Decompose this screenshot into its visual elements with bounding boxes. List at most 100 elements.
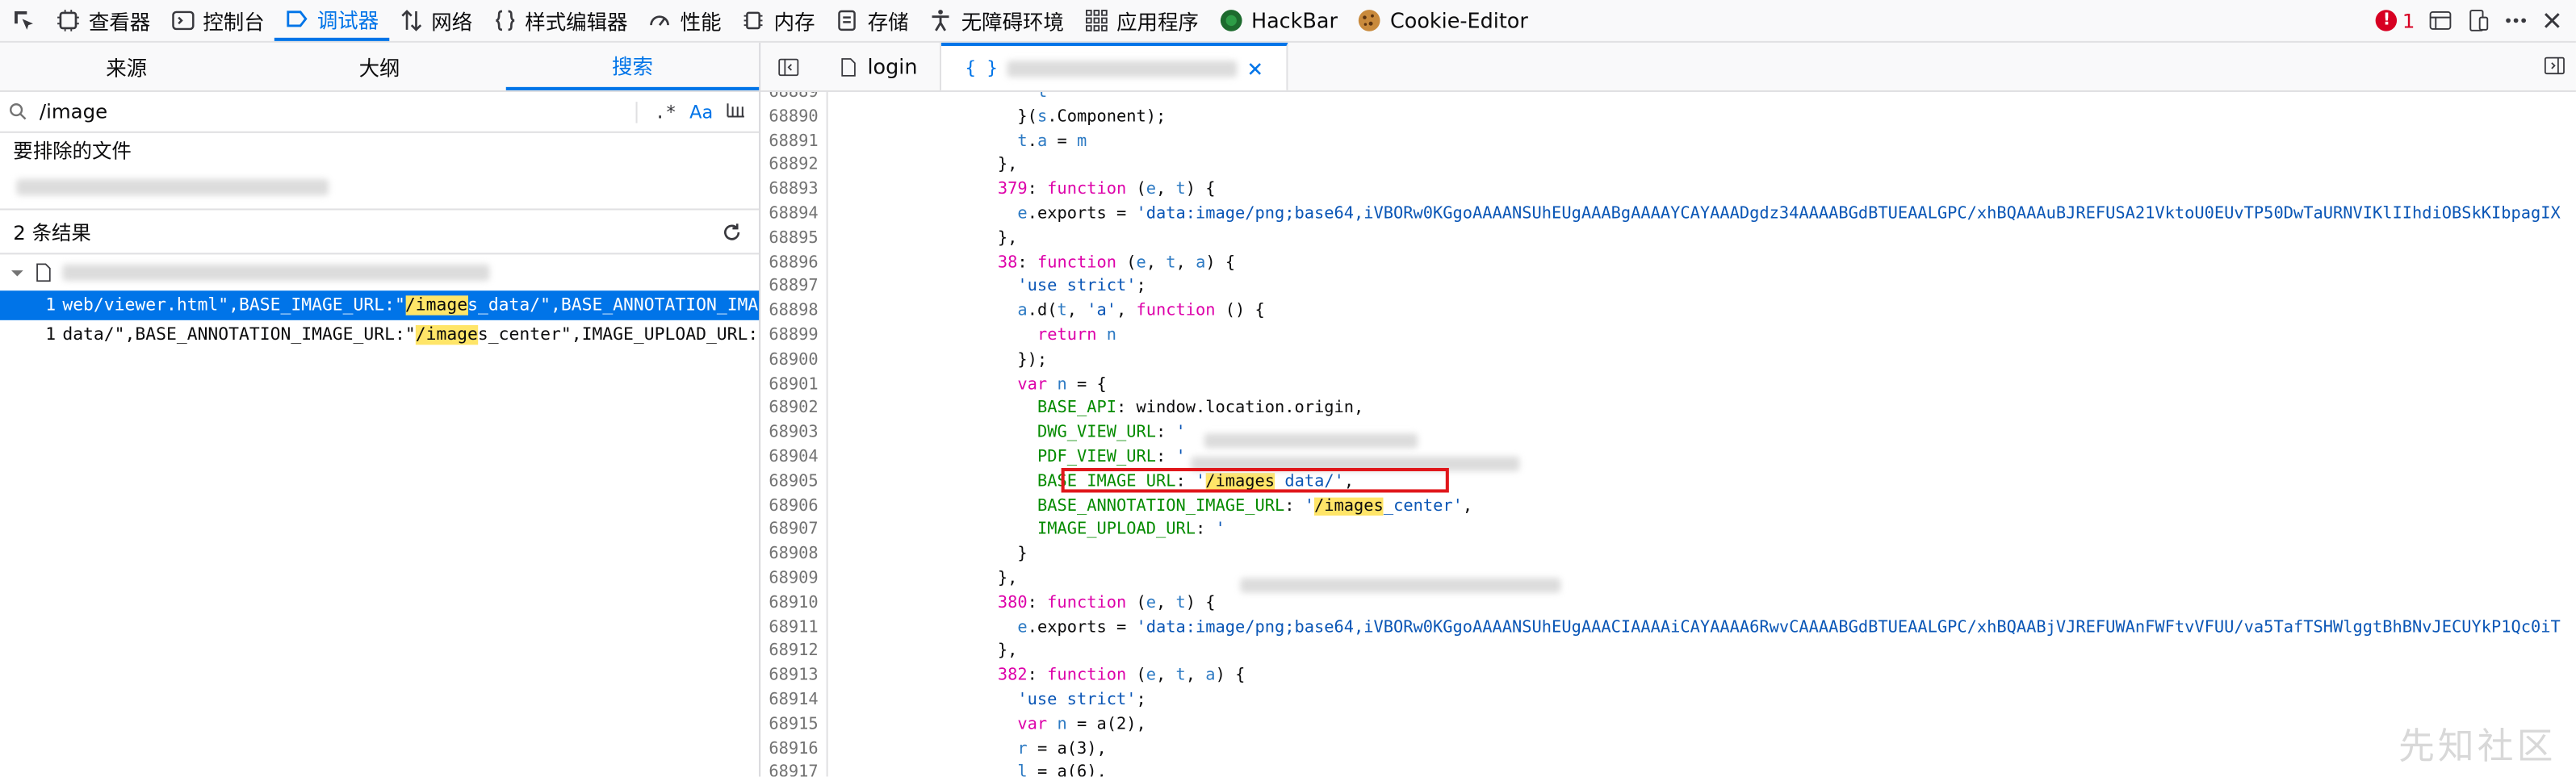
more-options-icon[interactable] bbox=[2503, 8, 2528, 33]
line-number[interactable]: 68895 bbox=[769, 228, 818, 252]
line-number[interactable]: 68904 bbox=[769, 447, 818, 471]
editor-tab-pretty[interactable]: { } bbox=[941, 42, 1289, 90]
search-bar: .* Aa bbox=[0, 92, 760, 133]
tab-search[interactable]: 搜索 bbox=[505, 43, 760, 90]
toolbar-tab-label: 性能 bbox=[680, 10, 722, 35]
code-text: a.d(t, 'a', function () { bbox=[1017, 302, 1265, 321]
search-result-row[interactable]: 1 web/viewer.html",BASE_IMAGE_URL:"/imag… bbox=[0, 290, 760, 320]
code-text: }); bbox=[839, 351, 1048, 370]
toolbar-tab[interactable]: 应用程序 bbox=[1074, 0, 1208, 41]
result-count: 2 条结果 bbox=[13, 220, 91, 244]
line-number[interactable]: 68902 bbox=[769, 398, 818, 422]
toolbar-tab-label: 应用程序 bbox=[1116, 10, 1199, 35]
line-number[interactable]: 68917 bbox=[769, 762, 818, 776]
toolbar-tab-label: 调试器 bbox=[316, 8, 379, 33]
toolbar-tab[interactable]: HackBar bbox=[1208, 0, 1347, 41]
whole-word-toggle[interactable] bbox=[726, 101, 745, 122]
expand-arrow-icon[interactable] bbox=[10, 265, 24, 280]
line-number[interactable]: 68912 bbox=[769, 641, 818, 665]
toolbar-tab[interactable]: 网络 bbox=[388, 0, 482, 41]
toolbar-tab[interactable]: 存储 bbox=[825, 0, 919, 41]
responsive-design-icon[interactable] bbox=[2466, 8, 2491, 33]
line-number[interactable]: 68908 bbox=[769, 544, 818, 568]
line-number[interactable]: 68907 bbox=[769, 520, 818, 544]
toolbar-tab[interactable]: 控制台 bbox=[160, 0, 274, 41]
line-number[interactable]: 68911 bbox=[769, 616, 818, 641]
toggle-sidebar-icon[interactable] bbox=[760, 55, 816, 77]
tab-outline[interactable]: 大纲 bbox=[253, 43, 505, 90]
line-number[interactable]: 68892 bbox=[769, 155, 818, 179]
highlight-box bbox=[1061, 467, 1449, 493]
toolbar-tab[interactable]: 性能 bbox=[638, 0, 731, 41]
editor-tabs: login { } bbox=[760, 42, 2576, 92]
debugger-icon bbox=[284, 6, 309, 31]
code-text: l = a(6), bbox=[1017, 764, 1107, 777]
cookie-icon bbox=[1357, 8, 1382, 33]
sources-sidebar: 来源 大纲 搜索 .* Aa 要排除的文件 2 条结果 bbox=[0, 42, 761, 777]
console-icon bbox=[170, 8, 195, 33]
toolbar-tab[interactable]: 内存 bbox=[731, 0, 825, 41]
line-number[interactable]: 68910 bbox=[769, 592, 818, 616]
toolbar-tab-label: 存储 bbox=[867, 10, 909, 35]
line-number[interactable]: 68916 bbox=[769, 738, 818, 762]
toolbar-tab[interactable]: 调试器 bbox=[274, 0, 389, 41]
toolbar-tab[interactable]: 样式编辑器 bbox=[482, 0, 637, 41]
code-text: r = a(3), bbox=[1017, 739, 1107, 758]
sidebar-tabs: 来源 大纲 搜索 bbox=[0, 42, 760, 92]
line-number[interactable]: 68894 bbox=[769, 203, 818, 228]
line-number[interactable]: 68897 bbox=[769, 277, 818, 301]
storage-icon bbox=[835, 8, 860, 33]
search-summary: 2 条结果 bbox=[0, 210, 760, 255]
line-number[interactable]: 68914 bbox=[769, 690, 818, 714]
close-icon[interactable] bbox=[2541, 10, 2562, 31]
code-text: 380: function (e, t) { bbox=[997, 594, 1216, 612]
toolbar-tab[interactable]: 查看器 bbox=[46, 0, 160, 41]
close-tab-icon[interactable] bbox=[1247, 60, 1263, 76]
line-number[interactable]: 68891 bbox=[769, 131, 818, 155]
redacted-value bbox=[1240, 578, 1561, 593]
code-text: } bbox=[839, 545, 1028, 564]
file-icon bbox=[841, 57, 856, 76]
toolbar-right: ! 1 bbox=[2376, 0, 2576, 41]
code-editor[interactable]: 68889 t 68890 }(s.Component); 68891 t.a = … bbox=[760, 91, 2576, 777]
result-file-row[interactable] bbox=[0, 254, 759, 290]
editor-pane: login { } 68889 t 68890 }(s.Component); 68… bbox=[760, 42, 2576, 777]
toolbar-tab-label: 查看器 bbox=[88, 10, 151, 35]
toolbar-tab[interactable]: 无障碍环境 bbox=[919, 0, 1074, 41]
search-result-row[interactable]: 1 data/",BASE_ANNOTATION_IMAGE_URL:"/ima… bbox=[0, 320, 759, 350]
line-number[interactable]: 68898 bbox=[769, 301, 818, 325]
exclude-files-input[interactable] bbox=[0, 166, 760, 211]
code-text: t bbox=[1037, 91, 1048, 102]
refresh-icon[interactable] bbox=[721, 221, 742, 242]
code-text: 379: function (e, t) { bbox=[997, 181, 1216, 199]
line-number[interactable]: 68889 bbox=[769, 92, 818, 107]
redacted-value bbox=[1204, 433, 1418, 449]
code-text: DWG_VIEW_URL: ' bbox=[1037, 424, 1186, 442]
code-text: IMAGE_UPLOAD_URL: ' bbox=[1037, 520, 1225, 540]
line-number[interactable]: 68915 bbox=[769, 714, 818, 738]
line-number[interactable]: 68913 bbox=[769, 666, 818, 690]
editor-tab-login[interactable]: login bbox=[816, 42, 942, 90]
case-sensitive-toggle[interactable]: Aa bbox=[689, 101, 713, 122]
split-console-icon[interactable] bbox=[2428, 8, 2453, 33]
line-number[interactable]: 68896 bbox=[769, 253, 818, 277]
toolbar-tab[interactable]: Cookie-Editor bbox=[1347, 0, 1538, 41]
search-input[interactable] bbox=[36, 93, 637, 130]
line-number[interactable]: 68890 bbox=[769, 107, 818, 131]
line-number[interactable]: 68903 bbox=[769, 422, 818, 446]
tab-sources[interactable]: 来源 bbox=[0, 43, 253, 90]
line-number[interactable]: 68905 bbox=[769, 471, 818, 495]
regex-toggle[interactable]: .* bbox=[655, 101, 676, 122]
line-number[interactable]: 68893 bbox=[769, 179, 818, 203]
toggle-right-sidebar-icon[interactable] bbox=[2543, 54, 2566, 82]
code-text: }, bbox=[839, 642, 1018, 661]
line-number[interactable]: 68901 bbox=[769, 374, 818, 398]
element-picker-icon[interactable] bbox=[0, 0, 46, 41]
line-number[interactable]: 68909 bbox=[769, 568, 818, 592]
line-number[interactable]: 68906 bbox=[769, 495, 818, 520]
line-number[interactable]: 68899 bbox=[769, 325, 818, 349]
code-text: t.a = m bbox=[1017, 132, 1087, 151]
performance-icon bbox=[647, 8, 672, 33]
error-count-badge[interactable]: ! 1 bbox=[2376, 9, 2415, 32]
line-number[interactable]: 68900 bbox=[769, 349, 818, 374]
